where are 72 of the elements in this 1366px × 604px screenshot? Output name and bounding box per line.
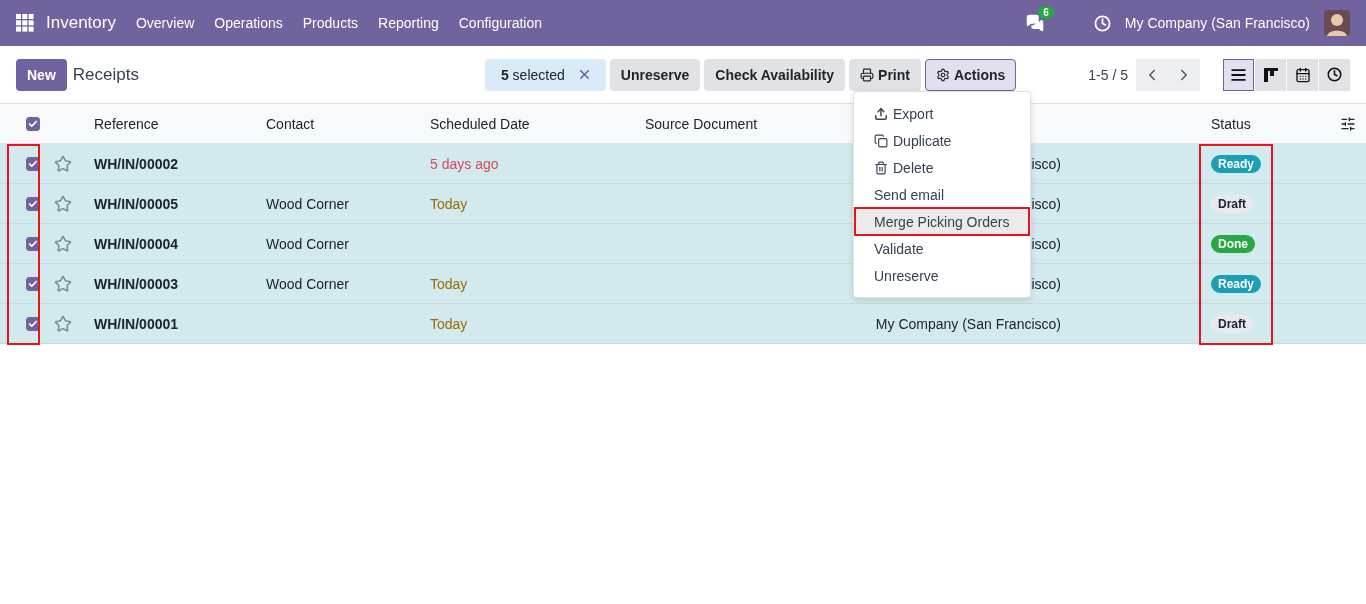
status-badge: Done <box>1211 234 1255 253</box>
dropdown-item[interactable]: Validate <box>855 235 1029 262</box>
select-all-checkbox[interactable] <box>26 116 40 131</box>
column-header[interactable]: Contact <box>258 115 422 132</box>
table-cell-text: WH/IN/00001 <box>93 315 180 332</box>
calendar-view-button[interactable] <box>1287 58 1318 91</box>
upload-icon <box>874 106 888 121</box>
page-title: Receipts <box>72 64 139 85</box>
clock-icon <box>1327 67 1342 82</box>
star-icon[interactable] <box>54 154 72 173</box>
table-cell-text: isco) <box>1030 275 1062 292</box>
menu-item[interactable]: Products <box>302 15 359 31</box>
table-cell-text: isco) <box>1030 235 1062 252</box>
menu-item[interactable]: Operations <box>214 15 283 31</box>
chat-icon[interactable] <box>1025 14 1044 32</box>
apps-icon[interactable] <box>16 14 34 32</box>
calendar-icon <box>1294 66 1311 83</box>
toolbar-button[interactable]: Actions <box>924 58 1017 91</box>
column-header[interactable]: Reference <box>86 115 258 132</box>
table-cell-text: Today <box>429 195 469 212</box>
table-cell-text: WH/IN/00004 <box>93 235 180 252</box>
column-header[interactable]: Status <box>1203 115 1330 132</box>
dropdown-item[interactable]: Export <box>855 100 1029 127</box>
settings-icon[interactable] <box>1340 115 1356 132</box>
menu-item[interactable]: Reporting <box>378 15 439 31</box>
toolbar-button[interactable]: Unreserve <box>609 58 701 91</box>
status-badge: Ready <box>1211 274 1262 293</box>
clock-icon[interactable] <box>1093 14 1111 32</box>
star-icon[interactable] <box>54 274 72 293</box>
new-button[interactable]: New <box>16 58 67 91</box>
kanban-icon <box>1262 66 1279 83</box>
status-badge: Ready <box>1211 154 1262 173</box>
table-cell-text: isco) <box>1030 195 1062 212</box>
message-count: 6 <box>1038 6 1054 19</box>
table-cell-text: WH/IN/00002 <box>93 155 180 172</box>
table-cell-text: Wood Corner <box>265 275 350 292</box>
column-header[interactable]: Scheduled Date <box>422 115 637 132</box>
menu-item[interactable]: Configuration <box>458 15 542 31</box>
dropdown-item[interactable]: Unreserve <box>855 262 1029 289</box>
app-name[interactable]: Inventory <box>46 13 116 33</box>
star-icon[interactable] <box>54 234 72 253</box>
table-cell-text: Today <box>429 275 469 292</box>
toolbar-button[interactable]: Print <box>849 58 921 91</box>
list-view-button[interactable] <box>1223 58 1254 91</box>
table-cell-text: 5 days ago <box>429 155 500 172</box>
table-cell-text: Wood Corner <box>265 195 350 212</box>
kanban-view-button[interactable] <box>1255 58 1286 91</box>
pager-value: 1-5 / 5 <box>1088 66 1128 83</box>
table-cell-text: WH/IN/00005 <box>93 195 180 212</box>
dropdown-item[interactable]: Delete <box>855 154 1029 181</box>
star-icon[interactable] <box>54 314 72 333</box>
printer-icon <box>860 67 875 82</box>
table-cell-text: My Company (San Francisco) <box>874 315 1062 332</box>
table-cell-text: isco) <box>1030 155 1062 172</box>
activity-view-button[interactable] <box>1319 58 1350 91</box>
table-cell-text: Wood Corner <box>265 235 350 252</box>
status-badge: Draft <box>1211 314 1253 333</box>
company-name[interactable]: My Company (San Francisco) <box>1124 15 1310 31</box>
toolbar-button[interactable]: Check Availability <box>704 58 846 91</box>
star-icon[interactable] <box>54 194 72 213</box>
dropdown-item[interactable]: Merge Picking Orders <box>855 208 1029 235</box>
dropdown-item[interactable]: Duplicate <box>855 127 1029 154</box>
selection-count: 5 selected <box>500 66 565 83</box>
table-cell-text: WH/IN/00003 <box>93 275 180 292</box>
trash-icon <box>874 160 888 175</box>
gear-icon <box>935 67 950 82</box>
dropdown-item[interactable]: Send email <box>855 181 1029 208</box>
table-cell-text: Today <box>429 315 469 332</box>
avatar[interactable] <box>1324 10 1350 36</box>
menu-item[interactable]: Overview <box>135 15 195 31</box>
status-badge: Draft <box>1211 194 1253 213</box>
copy-icon <box>874 133 888 148</box>
